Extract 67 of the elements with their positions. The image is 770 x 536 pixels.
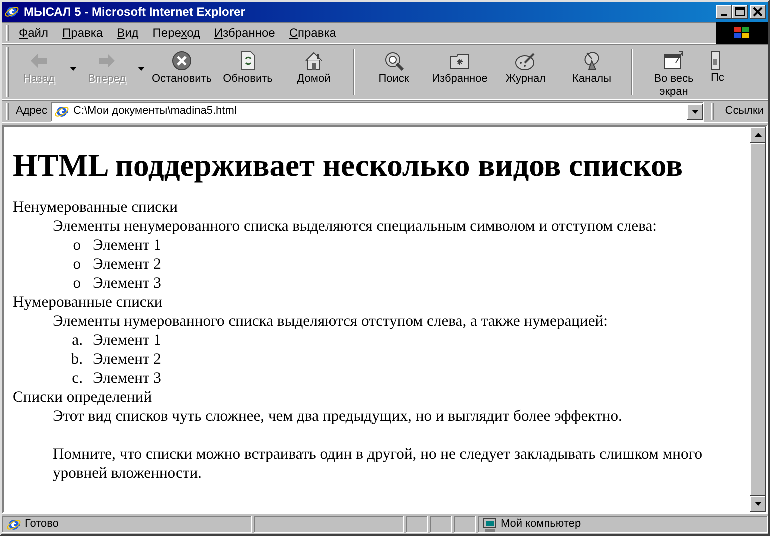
links-button[interactable]: Ссылки bbox=[721, 104, 768, 118]
caret-icon[interactable] bbox=[70, 67, 76, 71]
list-number: c. bbox=[72, 370, 83, 387]
window-title: МЫСАЛ 5 - Microsoft Internet Explorer bbox=[24, 4, 246, 20]
list-item: Элемент 3 bbox=[93, 274, 162, 293]
close-icon bbox=[752, 7, 764, 17]
list-item: Элемент 1 bbox=[93, 236, 162, 255]
list-item: Элемент 1 bbox=[93, 331, 162, 350]
search-icon bbox=[383, 51, 405, 71]
caret-icon bbox=[754, 502, 762, 506]
toolbar-button[interactable]: Домой bbox=[281, 45, 347, 99]
right-arrow-icon bbox=[96, 51, 118, 71]
definition-text: Этот вид списков чуть сложнее, чем два предыдущих, но и выглядит более эффектно. bbox=[53, 407, 624, 426]
toolbar-button[interactable]: Остановить bbox=[149, 45, 215, 99]
sundial-icon bbox=[515, 51, 537, 71]
stop-icon bbox=[171, 51, 193, 71]
scroll-up-button[interactable] bbox=[750, 127, 766, 143]
maximize-button[interactable] bbox=[732, 5, 748, 19]
dropdown-button[interactable] bbox=[687, 104, 704, 120]
menu-item[interactable]: Правка bbox=[56, 26, 112, 40]
zone-text: Мой компьютер bbox=[501, 518, 582, 532]
window-icon bbox=[663, 51, 685, 71]
toolbar-button[interactable]: Пс bbox=[709, 45, 729, 99]
definition-term: Списки определений bbox=[13, 388, 154, 407]
caret-icon bbox=[692, 110, 699, 114]
minimize-button[interactable] bbox=[716, 5, 732, 19]
toolbar-button[interactable]: Поиск bbox=[361, 45, 427, 99]
toolbar-button[interactable]: Журнал bbox=[493, 45, 559, 99]
list-number: a. bbox=[72, 332, 83, 349]
caret-icon[interactable] bbox=[138, 67, 144, 71]
toolbar-button[interactable]: Во весь экран bbox=[639, 45, 709, 99]
address-label: Адрес bbox=[16, 104, 48, 118]
menu-item[interactable]: Вид bbox=[111, 26, 147, 40]
toolbar-button[interactable]: Каналы bbox=[559, 45, 625, 99]
toolbar-button[interactable]: Обновить bbox=[215, 45, 281, 99]
list-number: b. bbox=[71, 351, 83, 368]
page-heading: HTML поддерживает несколько видов списков bbox=[13, 148, 684, 184]
definition-text: Элементы нумерованного списка выделяются отступом слева, а также нумерацией: bbox=[53, 312, 609, 331]
list-bullet: o bbox=[73, 256, 81, 273]
definition-text: Помните, что списки можно встраивать один в другой, но не следует закладывать слишком много уровней вложенности. bbox=[53, 445, 704, 483]
maximize-icon bbox=[734, 7, 746, 17]
windows-logo bbox=[716, 22, 768, 44]
scroll-down-button[interactable] bbox=[750, 496, 766, 512]
status-pane bbox=[430, 516, 452, 533]
status-pane bbox=[454, 516, 476, 533]
status-pane bbox=[406, 516, 428, 533]
menu-item[interactable]: Справка bbox=[283, 26, 344, 40]
status-text: Готово bbox=[25, 518, 59, 532]
menu-item[interactable]: Избранное bbox=[208, 26, 284, 40]
definition-text: Элементы ненумерованного списка выделяются специальным символом и отступом слева: bbox=[53, 217, 658, 236]
menu-item[interactable]: Файл bbox=[13, 26, 57, 40]
list-item: Элемент 3 bbox=[93, 369, 162, 388]
list-item: Элемент 2 bbox=[93, 255, 162, 274]
caret-icon bbox=[754, 133, 762, 137]
browser-icon bbox=[4, 4, 20, 20]
list-bullet: o bbox=[73, 237, 81, 254]
menu-item[interactable]: Переход bbox=[146, 26, 208, 40]
definition-term: Нумерованные списки bbox=[13, 293, 164, 312]
close-button[interactable] bbox=[750, 5, 766, 19]
house-icon bbox=[303, 51, 325, 71]
minimize-icon bbox=[721, 14, 727, 16]
list-bullet: o bbox=[73, 275, 81, 292]
address-combo-box[interactable]: C:\Мои документы\madina5.html bbox=[50, 102, 704, 122]
definition-term: Ненумерованные списки bbox=[13, 198, 180, 217]
list-item: Элемент 2 bbox=[93, 350, 162, 369]
toolbar-button[interactable]: Избранное bbox=[427, 45, 493, 99]
scrollbar-thumb[interactable] bbox=[750, 143, 766, 496]
